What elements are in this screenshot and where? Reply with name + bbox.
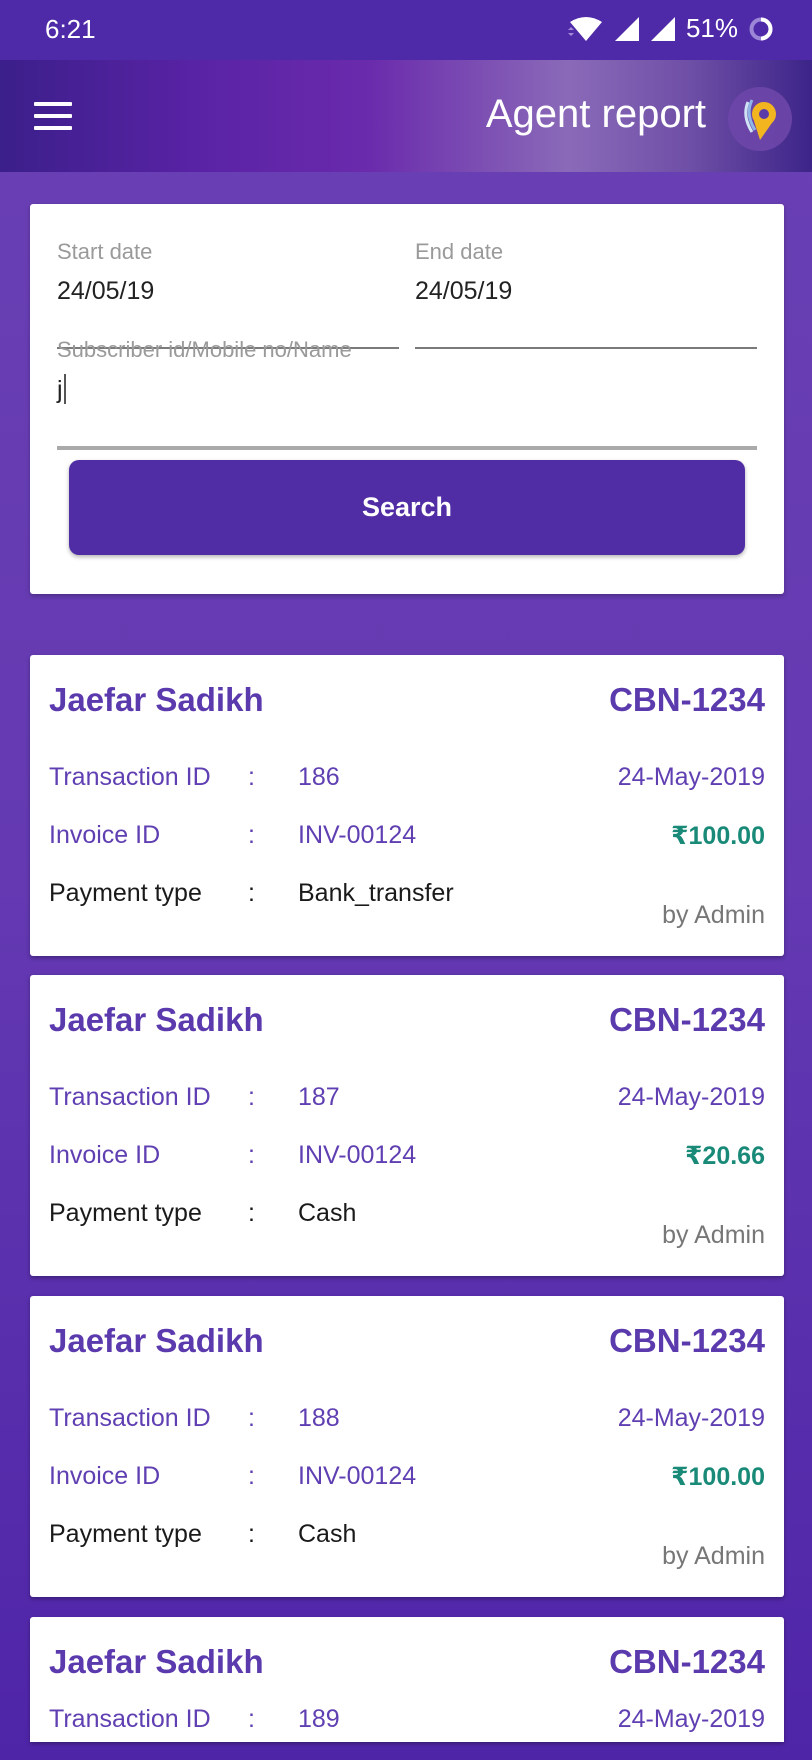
- transaction-id-value: 189: [298, 1705, 340, 1733]
- colon: :: [248, 879, 255, 907]
- colon: :: [248, 1462, 255, 1490]
- status-bar: 6:21 51%: [0, 0, 812, 60]
- invoice-id-label: Invoice ID: [49, 821, 161, 849]
- colon: :: [248, 1199, 255, 1227]
- colon: :: [248, 1404, 255, 1432]
- subscriber-input-value: j: [57, 374, 66, 405]
- created-by: by Admin: [662, 1221, 765, 1249]
- signal-icon: [614, 16, 639, 41]
- created-by: by Admin: [662, 1542, 765, 1570]
- subscriber-input[interactable]: j: [57, 374, 757, 418]
- transaction-amount: ₹20.66: [685, 1142, 765, 1170]
- colon: :: [248, 821, 255, 849]
- start-date-input[interactable]: 24/05/19: [57, 277, 154, 306]
- invoice-id-label: Invoice ID: [49, 1462, 161, 1490]
- status-time: 6:21: [45, 14, 96, 44]
- transaction-date: 24-May-2019: [617, 1083, 765, 1111]
- battery-percent: 51%: [685, 13, 738, 43]
- colon: :: [248, 763, 255, 791]
- subscriber-text: j: [57, 376, 63, 404]
- app-bar: Agent report: [0, 60, 812, 172]
- menu-icon[interactable]: [34, 102, 72, 130]
- subscriber-name: Jaefar Sadikh: [49, 1643, 264, 1680]
- colon: :: [248, 1141, 255, 1169]
- wifi-icon: [567, 16, 602, 41]
- app-logo[interactable]: [728, 87, 792, 151]
- transaction-card[interactable]: Jaefar Sadikh CBN-1234 Transaction ID : …: [30, 975, 784, 1276]
- colon: :: [248, 1705, 255, 1733]
- colon: :: [248, 1520, 255, 1548]
- subscriber-code: CBN-1234: [609, 1643, 765, 1680]
- battery-icon: [749, 17, 773, 40]
- filter-form: Start date 24/05/19 End date 24/05/19 Su…: [30, 204, 784, 594]
- start-date-label: Start date: [57, 239, 153, 264]
- transaction-id-value: 188: [298, 1404, 340, 1432]
- transaction-amount: ₹100.00: [671, 822, 765, 850]
- payment-type-label: Payment type: [49, 1199, 202, 1227]
- text-cursor: [63, 374, 66, 404]
- invoice-id-value: INV-00124: [298, 1141, 417, 1169]
- invoice-id-value: INV-00124: [298, 1462, 417, 1490]
- subscriber-name: Jaefar Sadikh: [49, 1001, 264, 1038]
- subscriber-code: CBN-1234: [609, 681, 765, 718]
- subscriber-name: Jaefar Sadikh: [49, 681, 264, 718]
- transaction-amount: ₹100.00: [671, 1463, 765, 1491]
- payment-type-value: Cash: [298, 1520, 357, 1548]
- subscriber-label: Subscriber id/Mobile no/Name: [57, 337, 352, 362]
- subscriber-name: Jaefar Sadikh: [49, 1322, 264, 1359]
- transaction-date: 24-May-2019: [617, 1705, 765, 1733]
- transaction-card[interactable]: Jaefar Sadikh CBN-1234 Transaction ID : …: [30, 1296, 784, 1597]
- transaction-id-value: 186: [298, 763, 340, 791]
- payment-type-label: Payment type: [49, 1520, 202, 1548]
- subscriber-underline: [57, 446, 757, 450]
- invoice-id-value: INV-00124: [298, 821, 417, 849]
- transaction-id-label: Transaction ID: [49, 1705, 211, 1733]
- transaction-id-label: Transaction ID: [49, 1083, 211, 1111]
- end-date-input[interactable]: 24/05/19: [415, 277, 512, 306]
- payment-type-value: Bank_transfer: [298, 879, 454, 907]
- invoice-id-label: Invoice ID: [49, 1141, 161, 1169]
- status-icons: 51%: [567, 13, 774, 44]
- subscriber-code: CBN-1234: [609, 1001, 765, 1038]
- payment-type-label: Payment type: [49, 879, 202, 907]
- signal-icon: [650, 16, 675, 41]
- payment-type-value: Cash: [298, 1199, 357, 1227]
- colon: :: [248, 1083, 255, 1111]
- transaction-date: 24-May-2019: [617, 1404, 765, 1432]
- end-date-underline: [415, 347, 757, 349]
- end-date-label: End date: [415, 239, 504, 264]
- page-title: Agent report: [485, 92, 706, 136]
- transaction-id-label: Transaction ID: [49, 763, 211, 791]
- transaction-id-value: 187: [298, 1083, 340, 1111]
- transaction-id-label: Transaction ID: [49, 1404, 211, 1432]
- transaction-card[interactable]: Jaefar Sadikh CBN-1234 Transaction ID : …: [30, 655, 784, 956]
- search-button[interactable]: Search: [69, 460, 745, 555]
- transaction-date: 24-May-2019: [617, 763, 765, 791]
- subscriber-code: CBN-1234: [609, 1322, 765, 1359]
- created-by: by Admin: [662, 901, 765, 929]
- location-pin-logo-icon: [744, 99, 776, 140]
- transaction-card[interactable]: Jaefar Sadikh CBN-1234 Transaction ID : …: [30, 1617, 784, 1742]
